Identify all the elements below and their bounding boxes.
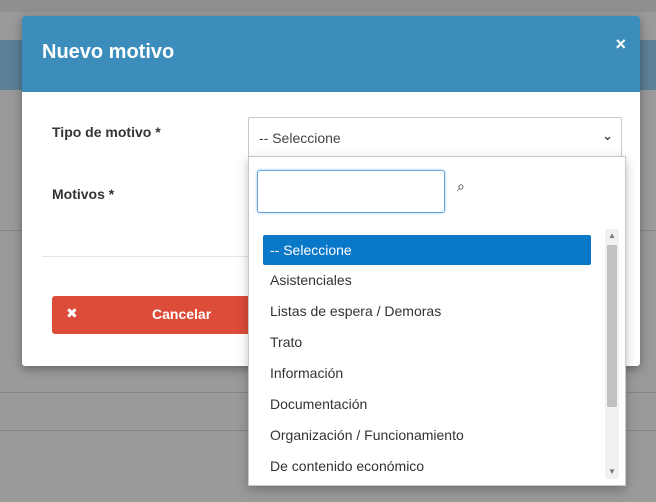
dropdown-search-input[interactable] (257, 170, 445, 213)
scroll-thumb[interactable] (607, 245, 617, 407)
tipo-de-motivo-dropdown: ⌕ -- Seleccione Asistenciales Listas de … (248, 156, 626, 486)
options-scrollbar[interactable]: ▲ ▼ (605, 229, 619, 479)
option-item[interactable]: -- Seleccione (263, 235, 591, 265)
modal-header: Nuevo motivo × (22, 16, 640, 92)
option-item[interactable]: Asistenciales (263, 265, 591, 296)
close-icon: ✖ (66, 305, 78, 321)
tipo-de-motivo-select[interactable]: -- Seleccione ⌄ (248, 117, 622, 157)
option-item[interactable]: Trato (263, 327, 591, 358)
page-background-top (0, 0, 656, 12)
option-item[interactable]: Organización / Funcionamiento (263, 420, 591, 451)
motivos-label: Motivos * (52, 186, 115, 202)
option-item[interactable]: De contenido económico (263, 451, 591, 482)
chevron-down-icon: ⌄ (602, 128, 613, 143)
cancel-button[interactable]: ✖ Cancelar (52, 296, 262, 334)
option-item[interactable]: Documentación (263, 389, 591, 420)
select-value: -- Seleccione (259, 130, 341, 146)
cancel-label: Cancelar (152, 306, 212, 322)
modal-title: Nuevo motivo (42, 41, 175, 63)
options-list: -- Seleccione Asistenciales Listas de es… (263, 235, 591, 482)
option-item[interactable]: Información (263, 358, 591, 389)
scroll-up-icon[interactable]: ▲ (605, 229, 619, 243)
close-icon[interactable]: × (615, 34, 626, 55)
option-item[interactable]: Listas de espera / Demoras (263, 296, 591, 327)
tipo-de-motivo-label: Tipo de motivo * (52, 124, 161, 140)
search-icon: ⌕ (457, 178, 465, 194)
scroll-down-icon[interactable]: ▼ (605, 465, 619, 479)
